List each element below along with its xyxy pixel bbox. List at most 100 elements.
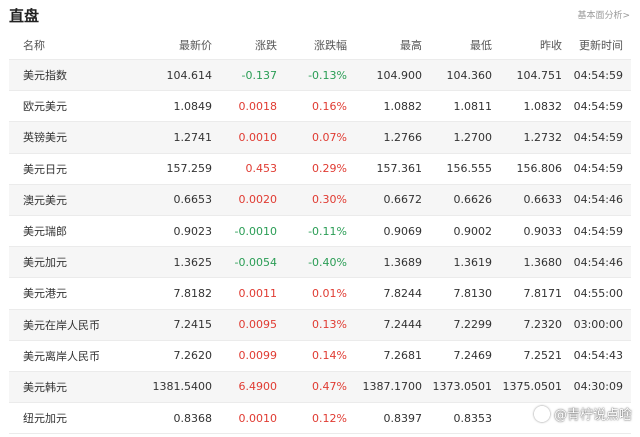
column-header-name[interactable]: 名称	[9, 31, 127, 60]
table-row[interactable]: 美元日元 157.259 0.453 0.29% 157.361 156.555 156.8…	[9, 153, 631, 185]
cell-high: 0.6672	[347, 184, 422, 216]
cell-name[interactable]: 美元离岸人民币	[9, 340, 127, 372]
table-row[interactable]: 美元瑞郎 0.9023 -0.0010 -0.11% 0.9069 0.9002 0.903…	[9, 215, 631, 248]
cell-latest: 0.8368	[127, 402, 212, 435]
cell-pct: 0.30%	[277, 184, 347, 216]
table-row[interactable]: 美元加元 1.3625 -0.0054 -0.40% 1.3689 1.3619 1.368…	[9, 246, 631, 279]
cell-update-time: 03:00:00	[562, 309, 631, 341]
cell-update-time: 04:54:43	[562, 340, 631, 372]
cell-pct: 0.07%	[277, 121, 347, 154]
column-header-high[interactable]: 最高	[347, 31, 422, 60]
cell-prev-close: 1375.0501	[492, 371, 562, 404]
cell-change: 0.0010	[212, 121, 277, 154]
cell-name[interactable]: 美元指数	[9, 59, 127, 92]
cell-change: 0.0020	[212, 184, 277, 216]
cell-name[interactable]: 美元加元	[9, 246, 127, 279]
cell-low: 1.2700	[422, 121, 492, 154]
cell-latest: 157.259	[127, 153, 212, 185]
column-header-prev-close[interactable]: 昨收	[492, 31, 562, 60]
cell-change: -0.0054	[212, 246, 277, 279]
cell-latest: 0.6653	[127, 184, 212, 216]
cell-pct: 0.13%	[277, 309, 347, 341]
cell-latest: 7.8182	[127, 277, 212, 310]
cell-update-time: 04:55:00	[562, 277, 631, 310]
cell-name[interactable]: 美元在岸人民币	[9, 309, 127, 341]
cell-prev-close: 0.6633	[492, 184, 562, 216]
cell-name[interactable]: 美元韩元	[9, 371, 127, 404]
cell-latest: 104.614	[127, 59, 212, 92]
table-header-row: 名称 最新价 涨跌 涨跌幅 最高 最低 昨收 更新时间	[9, 31, 631, 60]
table-row[interactable]: 英镑美元 1.2741 0.0010 0.07% 1.2766 1.2700 1.2732 0…	[9, 121, 631, 154]
cell-high: 7.2681	[347, 340, 422, 372]
table-row[interactable]: 美元指数 104.614 -0.137 -0.13% 104.900 104.360 104…	[9, 59, 631, 92]
cell-high: 1.0882	[347, 90, 422, 123]
table-row[interactable]: 美元港元 7.8182 0.0011 0.01% 7.8244 7.8130 7.8171 0…	[9, 277, 631, 310]
cell-change: -0.0010	[212, 215, 277, 248]
cell-latest: 1381.5400	[127, 371, 212, 404]
page-header: 直盘 基本面分析>	[0, 0, 640, 30]
cell-pct: 0.29%	[277, 153, 347, 185]
column-header-pct[interactable]: 涨跌幅	[277, 31, 347, 60]
table-row[interactable]: 美元离岸人民币 7.2620 0.0099 0.14% 7.2681 7.2469 7.25…	[9, 340, 631, 372]
cell-pct: -0.11%	[277, 215, 347, 248]
cell-name[interactable]: 英镑美元	[9, 121, 127, 154]
cell-high: 157.361	[347, 153, 422, 185]
cell-high: 0.9069	[347, 215, 422, 248]
watermark: @青柠说点啥	[533, 404, 632, 423]
column-header-change[interactable]: 涨跌	[212, 31, 277, 60]
table-row[interactable]: 澳元美元 0.6653 0.0020 0.30% 0.6672 0.6626 0.6633 0…	[9, 184, 631, 216]
cell-latest: 7.2620	[127, 340, 212, 372]
table-row[interactable]: 欧元美元 1.0849 0.0018 0.16% 1.0882 1.0811 1.0832 0…	[9, 90, 631, 123]
cell-low: 0.6626	[422, 184, 492, 216]
cell-low: 7.8130	[422, 277, 492, 310]
cell-low: 156.555	[422, 153, 492, 185]
cell-pct: 0.14%	[277, 340, 347, 372]
cell-high: 1.3689	[347, 246, 422, 279]
cell-update-time: 04:30:09	[562, 371, 631, 404]
cell-pct: 0.01%	[277, 277, 347, 310]
cell-pct: 0.12%	[277, 402, 347, 435]
column-header-latest[interactable]: 最新价	[127, 31, 212, 60]
cell-name[interactable]: 美元港元	[9, 277, 127, 310]
cell-prev-close: 104.751	[492, 59, 562, 92]
cell-prev-close: 1.0832	[492, 90, 562, 123]
cell-name[interactable]: 欧元美元	[9, 90, 127, 123]
fundamental-analysis-link[interactable]: 基本面分析>	[577, 8, 630, 21]
cell-change: -0.137	[212, 59, 277, 92]
cell-high: 0.8397	[347, 402, 422, 435]
cell-update-time: 04:54:59	[562, 153, 631, 185]
column-header-update-time[interactable]: 更新时间	[562, 31, 631, 60]
cell-update-time: 04:54:59	[562, 215, 631, 248]
cell-latest: 1.2741	[127, 121, 212, 154]
cell-name[interactable]: 澳元美元	[9, 184, 127, 216]
cell-latest: 1.0849	[127, 90, 212, 123]
cell-prev-close: 0.9033	[492, 215, 562, 248]
table-row[interactable]: 美元在岸人民币 7.2415 0.0095 0.13% 7.2444 7.2299 7.23…	[9, 309, 631, 341]
cell-high: 1387.1700	[347, 371, 422, 404]
cell-update-time: 04:54:59	[562, 121, 631, 154]
cell-pct: -0.40%	[277, 246, 347, 279]
cell-prev-close: 7.8171	[492, 277, 562, 310]
cell-name[interactable]: 纽元加元	[9, 402, 127, 435]
cell-low: 0.9002	[422, 215, 492, 248]
cell-high: 104.900	[347, 59, 422, 92]
column-header-low[interactable]: 最低	[422, 31, 492, 60]
cell-prev-close: 7.2320	[492, 309, 562, 341]
watermark-text: @青柠说点啥	[553, 408, 632, 423]
cell-update-time: 04:54:59	[562, 90, 631, 123]
cell-low: 1.0811	[422, 90, 492, 123]
cell-name[interactable]: 美元瑞郎	[9, 215, 127, 248]
forex-quotes-table: 名称 最新价 涨跌 涨跌幅 最高 最低 昨收 更新时间 美元指数 104.614-…	[9, 31, 631, 435]
cell-pct: -0.13%	[277, 59, 347, 92]
circle-logo-icon	[533, 405, 550, 422]
cell-prev-close: 1.3680	[492, 246, 562, 279]
cell-change: 0.0095	[212, 309, 277, 341]
table-row[interactable]: 美元韩元 1381.5400 6.4900 0.47% 1387.1700 1373.05…	[9, 371, 631, 404]
cell-high: 7.8244	[347, 277, 422, 310]
cell-change: 0.0099	[212, 340, 277, 372]
cell-latest: 0.9023	[127, 215, 212, 248]
cell-low: 1.3619	[422, 246, 492, 279]
cell-name[interactable]: 美元日元	[9, 153, 127, 185]
cell-low: 7.2299	[422, 309, 492, 341]
cell-update-time: 04:54:46	[562, 246, 631, 279]
